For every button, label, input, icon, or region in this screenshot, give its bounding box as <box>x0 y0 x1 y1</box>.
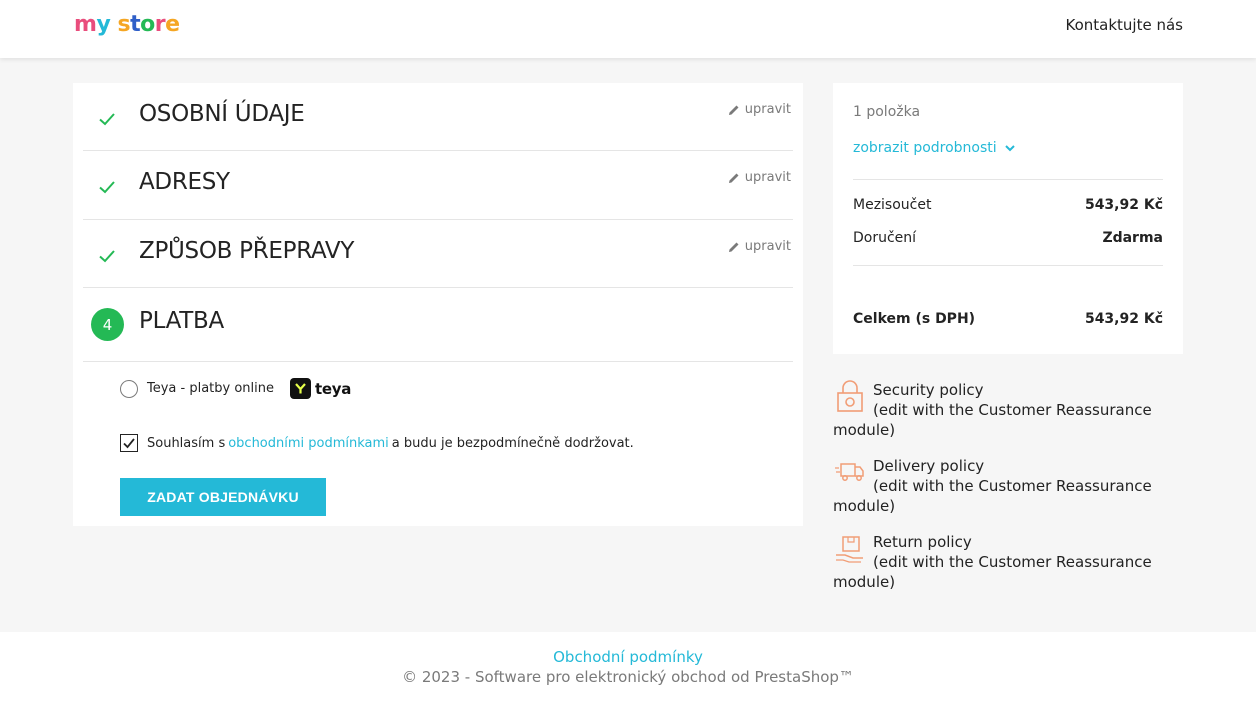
logo-letter: r <box>154 12 166 37</box>
logo-letter <box>110 12 117 37</box>
total-label: Celkem (s DPH) <box>853 311 976 327</box>
checkout-steps: OSOBNÍ ÚDAJE upravit ADRESY upravit ZPŮS… <box>73 83 803 526</box>
terms-checkbox[interactable] <box>120 434 138 452</box>
reassurance-return: Return policy (edit with the Customer Re… <box>833 532 1173 592</box>
step-title: OSOBNÍ ÚDAJE <box>139 101 305 127</box>
store-logo[interactable]: my store <box>74 12 180 37</box>
reassurance-desc: (edit with the Customer Reassurance modu… <box>833 401 1152 439</box>
site-header: my store Kontaktujte nás <box>0 0 1256 58</box>
checkmark-icon <box>123 438 135 449</box>
step-title: ZPŮSOB PŘEPRAVY <box>139 238 355 264</box>
terms-suffix: a budu je bezpodmínečně dodržovat. <box>391 435 634 451</box>
terms-prefix: Souhlasím s <box>147 435 226 451</box>
total-value: 543,92 Kč <box>1084 311 1163 327</box>
edit-personal-info-link[interactable]: upravit <box>727 102 791 117</box>
item-count: 1 položka <box>853 104 921 120</box>
step-shipping-method[interactable]: ZPŮSOB PŘEPRAVY upravit <box>83 220 793 288</box>
check-icon <box>99 250 115 263</box>
check-icon <box>99 113 115 126</box>
shipping-value: Zdarma <box>1102 230 1163 246</box>
teya-mark-icon <box>295 383 306 394</box>
edit-label: upravit <box>744 239 791 254</box>
reassurance-security: Security policy (edit with the Customer … <box>833 380 1173 440</box>
footer-terms-link[interactable]: Obchodní podmínky <box>0 648 1256 666</box>
edit-label: upravit <box>744 102 791 117</box>
contact-link[interactable]: Kontaktujte nás <box>1066 16 1183 34</box>
reassurance-title: Return policy <box>873 533 972 551</box>
cart-summary: 1 položka zobrazit podrobnosti Mezisouče… <box>833 83 1183 354</box>
step-title: PLATBA <box>139 308 224 334</box>
logo-letter: o <box>140 12 155 37</box>
edit-addresses-link[interactable]: upravit <box>727 170 791 185</box>
payment-option-label: Teya - platby online <box>147 381 275 396</box>
logo-letter: e <box>165 12 180 37</box>
reassurance-title: Security policy <box>873 381 984 399</box>
summary-divider <box>853 265 1163 266</box>
step-addresses[interactable]: ADRESY upravit <box>83 151 793 220</box>
terms-agreement: Souhlasím s obchodními podmínkami a budu… <box>120 434 634 452</box>
shipping-row: Doručení Zdarma <box>853 230 1163 246</box>
reassurance-delivery: Delivery policy (edit with the Customer … <box>833 456 1173 516</box>
reassurance-desc: (edit with the Customer Reassurance modu… <box>833 477 1152 515</box>
teya-logo-text: teya <box>315 379 352 398</box>
place-order-button[interactable]: ZADAT OBJEDNÁVKU <box>120 478 326 516</box>
payment-option-teya[interactable]: Teya - platby online teya <box>120 378 351 399</box>
subtotal-label: Mezisoučet <box>853 197 932 213</box>
logo-letter: s <box>117 12 131 37</box>
step-personal-info[interactable]: OSOBNÍ ÚDAJE upravit <box>83 83 793 151</box>
pencil-icon <box>728 242 739 252</box>
terms-link[interactable]: obchodními podmínkami <box>228 436 389 451</box>
total-row: Celkem (s DPH) 543,92 Kč <box>853 311 1163 327</box>
chevron-down-icon <box>1004 145 1015 152</box>
summary-divider <box>853 179 1163 180</box>
reassurance-title: Delivery policy <box>873 457 985 475</box>
step-payment: 4 PLATBA <box>83 288 793 362</box>
reassurance-desc: (edit with the Customer Reassurance modu… <box>833 553 1152 591</box>
check-icon <box>99 181 115 194</box>
site-footer: Obchodní podmínky © 2023 - Software pro … <box>0 632 1256 702</box>
step-number-badge: 4 <box>91 308 124 341</box>
shipping-label: Doručení <box>853 230 917 246</box>
show-details-toggle[interactable]: zobrazit podrobnosti <box>853 140 1017 156</box>
logo-letter: t <box>130 12 141 37</box>
footer-copyright: © 2023 - Software pro elektronický obcho… <box>402 668 854 686</box>
lock-icon <box>837 380 863 412</box>
step-title: ADRESY <box>139 169 230 195</box>
subtotal-value: 543,92 Kč <box>1084 197 1163 213</box>
edit-shipping-link[interactable]: upravit <box>727 239 791 254</box>
subtotal-row: Mezisoučet 543,92 Kč <box>853 197 1163 213</box>
pencil-icon <box>728 105 739 115</box>
edit-label: upravit <box>744 170 791 185</box>
truck-icon <box>835 463 864 481</box>
show-details-label: zobrazit podrobnosti <box>853 140 997 156</box>
pencil-icon <box>728 173 739 183</box>
teya-logo-mark <box>290 378 312 399</box>
teya-logo: teya <box>290 378 351 399</box>
payment-radio[interactable] <box>120 379 138 398</box>
logo-letter: m <box>74 12 97 37</box>
return-box-icon <box>836 536 863 563</box>
logo-letter: y <box>96 12 111 37</box>
